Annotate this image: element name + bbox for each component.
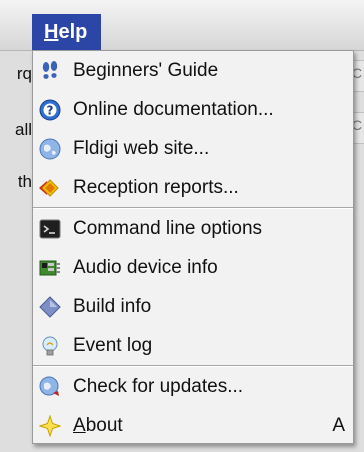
star-icon — [39, 414, 61, 437]
about-label-rest: bout — [85, 414, 123, 436]
about-shortcut: A — [332, 414, 345, 436]
about-mnemonic: A — [73, 414, 86, 436]
menubar: Help — [0, 0, 364, 51]
menu-item-audio-device-info[interactable]: Audio device info — [33, 248, 353, 287]
diamond-icon — [39, 295, 61, 318]
menu-item-label: About — [73, 415, 123, 437]
menu-item-label: Check for updates... — [73, 375, 244, 397]
menu-item-about[interactable]: About A — [33, 406, 353, 445]
app-window: Help rq all th C C Beginners' Guide ? On… — [0, 0, 364, 452]
audio-card-icon — [39, 257, 61, 279]
menu-item-label: Beginners' Guide — [73, 59, 219, 81]
background-text-fragment: rq — [16, 64, 32, 83]
update-globe-icon — [39, 376, 61, 398]
menu-item-label: Command line options — [73, 217, 263, 239]
svg-text:?: ? — [47, 103, 54, 117]
help-circle-icon: ? — [39, 99, 61, 121]
menu-item-beginners-guide[interactable]: Beginners' Guide — [33, 51, 353, 90]
terminal-icon — [39, 218, 61, 240]
background-text-fragment: th — [17, 172, 32, 191]
menu-item-check-for-updates[interactable]: Check for updates... — [33, 367, 353, 406]
menu-item-label: Event log — [73, 334, 153, 356]
menu-item-label: Audio device info — [73, 256, 218, 278]
menu-item-label: Reception reports... — [73, 176, 239, 198]
help-menu-mnemonic: H — [44, 21, 59, 43]
menu-item-label: Build info — [73, 295, 152, 317]
footprints-icon — [39, 60, 61, 82]
menu-item-reception-reports[interactable]: Reception reports... — [33, 168, 353, 207]
menu-item-fldigi-web-site[interactable]: Fldigi web site... — [33, 129, 353, 168]
menu-item-online-documentation[interactable]: ? Online documentation... — [33, 90, 353, 129]
help-dropdown-menu: Beginners' Guide ? Online documentation.… — [32, 50, 354, 444]
menu-item-event-log[interactable]: Event log — [33, 326, 353, 365]
background-text-fragment: all — [14, 120, 32, 139]
menu-item-build-info[interactable]: Build info — [33, 287, 353, 326]
help-menu-label: elp — [58, 21, 88, 43]
menu-item-label: Online documentation... — [73, 98, 274, 120]
lightbulb-icon — [39, 335, 61, 357]
menu-item-label: Fldigi web site... — [73, 137, 210, 159]
help-menu-button[interactable]: Help — [32, 14, 102, 50]
reception-report-icon — [39, 177, 61, 199]
menu-item-command-line-options[interactable]: Command line options — [33, 209, 353, 248]
globe-icon — [39, 138, 61, 160]
